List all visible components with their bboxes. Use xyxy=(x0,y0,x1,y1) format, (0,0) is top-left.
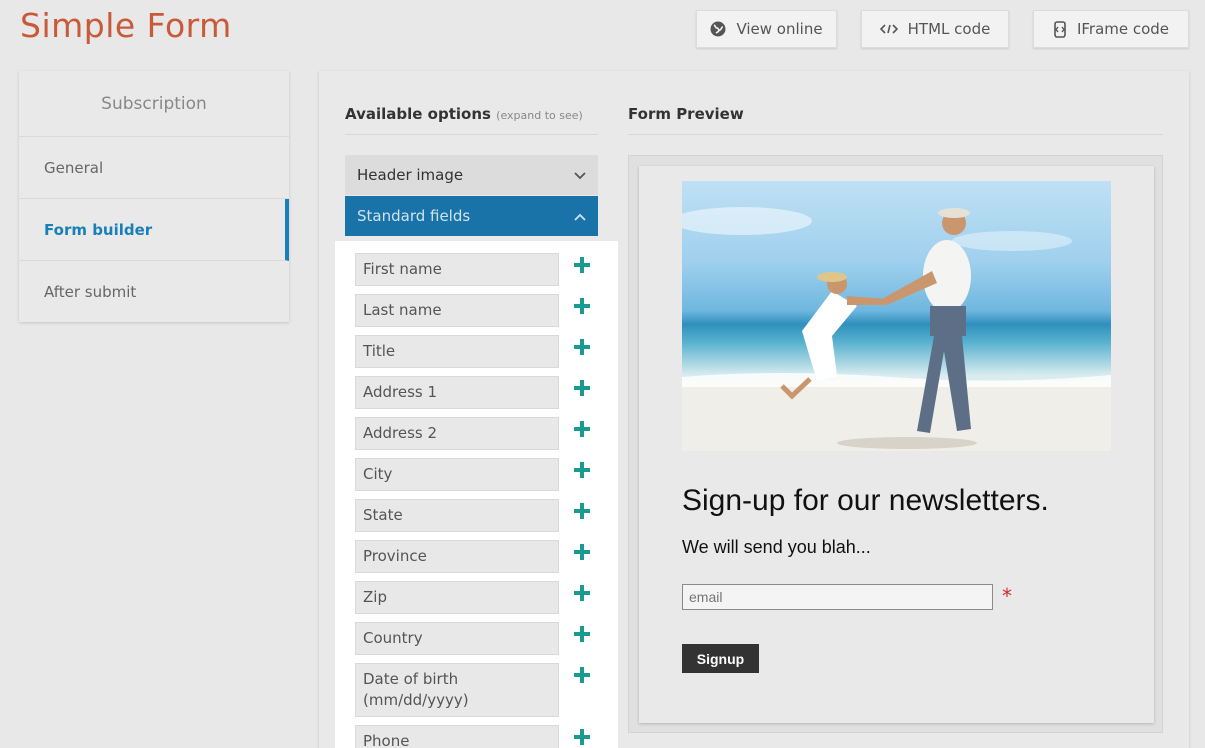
iframe-code-button[interactable]: IFrame code xyxy=(1033,10,1189,48)
available-options-title: Available options xyxy=(345,105,491,123)
standard-fields-accordion[interactable]: Standard fields xyxy=(345,196,598,236)
form-preview-card: Sign-up for our newsletters. We will sen… xyxy=(639,166,1154,723)
add-icon[interactable] xyxy=(573,728,591,746)
standard-fields-list: First name Last name Title Address 1 Add… xyxy=(335,241,618,748)
add-icon[interactable] xyxy=(573,420,591,438)
field-label: Country xyxy=(355,622,559,655)
header-image-label: Header image xyxy=(357,166,464,184)
add-icon[interactable] xyxy=(573,666,591,684)
available-options-hint: (expand to see) xyxy=(496,109,583,122)
add-icon[interactable] xyxy=(573,625,591,643)
field-label: Date of birth (mm/dd/yyyy) xyxy=(355,663,559,717)
embed-icon xyxy=(1053,20,1067,38)
form-preview-header: Form Preview xyxy=(628,105,1163,135)
field-label: Phone xyxy=(355,725,559,748)
sidebar-item-after-submit[interactable]: After submit xyxy=(19,261,289,323)
field-label: Address 2 xyxy=(355,417,559,450)
required-marker: * xyxy=(1002,584,1012,608)
iframe-code-label: IFrame code xyxy=(1076,20,1170,38)
add-icon[interactable] xyxy=(573,338,591,356)
page-title: Simple Form xyxy=(20,6,232,45)
sidebar-item-general[interactable]: General xyxy=(19,137,289,199)
add-icon[interactable] xyxy=(573,543,591,561)
add-icon[interactable] xyxy=(573,584,591,602)
email-field[interactable] xyxy=(682,584,993,610)
field-label: Address 1 xyxy=(355,376,559,409)
form-preview-frame: Sign-up for our newsletters. We will sen… xyxy=(628,155,1163,733)
add-icon[interactable] xyxy=(573,502,591,520)
add-icon[interactable] xyxy=(573,297,591,315)
field-label: Title xyxy=(355,335,559,368)
code-icon xyxy=(879,23,898,35)
field-label: Province xyxy=(355,540,559,573)
sidebar: Subscription General Form builder After … xyxy=(19,71,289,322)
add-icon[interactable] xyxy=(573,379,591,397)
globe-icon xyxy=(710,21,726,37)
field-label: First name xyxy=(355,253,559,286)
header-image xyxy=(682,181,1111,451)
field-label: Zip xyxy=(355,581,559,614)
view-online-label: View online xyxy=(736,20,823,38)
field-label: Last name xyxy=(355,294,559,327)
chevron-down-icon xyxy=(574,166,586,184)
header-image-accordion[interactable]: Header image xyxy=(345,155,598,195)
add-icon[interactable] xyxy=(573,461,591,479)
field-label: City xyxy=(355,458,559,491)
available-options-header: Available options (expand to see) xyxy=(345,105,598,135)
field-label: State xyxy=(355,499,559,532)
chevron-up-icon xyxy=(574,207,586,225)
signup-button[interactable]: Signup xyxy=(682,644,759,673)
standard-fields-label: Standard fields xyxy=(357,207,471,225)
sidebar-title: Subscription xyxy=(19,71,289,137)
view-online-button[interactable]: View online xyxy=(696,10,837,48)
sidebar-item-form-builder[interactable]: Form builder xyxy=(19,199,289,261)
preview-headline: Sign-up for our newsletters. xyxy=(682,484,1049,517)
preview-subtext: We will send you blah... xyxy=(682,537,871,557)
html-code-label: HTML code xyxy=(907,20,991,38)
html-code-button[interactable]: HTML code xyxy=(861,10,1009,48)
add-icon[interactable] xyxy=(573,256,591,274)
